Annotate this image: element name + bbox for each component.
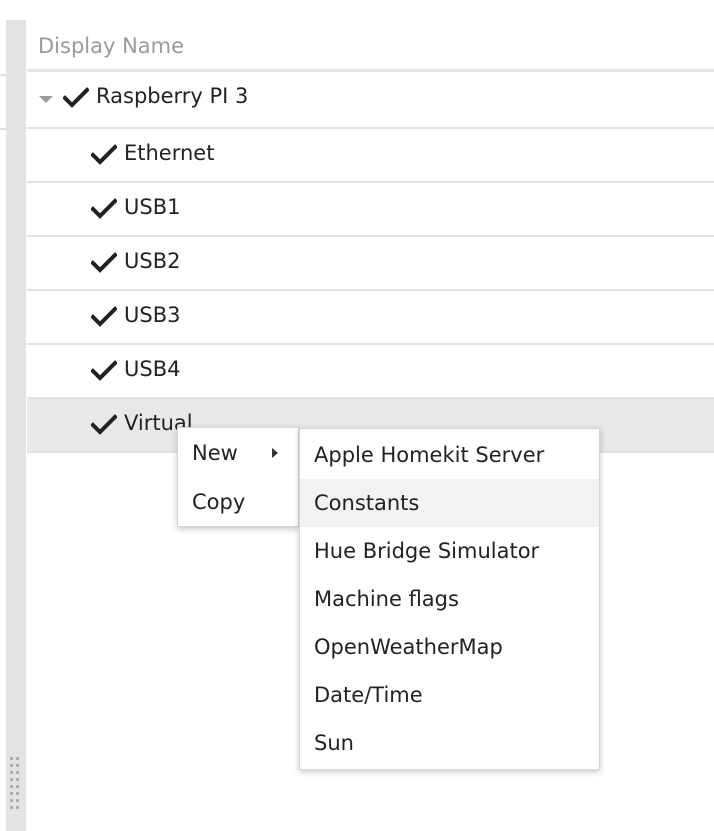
menu-item-new[interactable]: New [178,429,298,478]
resize-grip-icon[interactable] [10,757,22,817]
menu-item-label: Apple Homekit Server [314,443,545,467]
tree-row-label: USB2 [124,249,181,273]
menu-item-label: Sun [314,731,354,755]
column-header-display-name[interactable]: Display Name [27,20,714,72]
tree-row-label: USB3 [124,303,181,327]
checkmark-icon [91,414,117,435]
tree-row-usb2[interactable]: USB2 [27,237,714,291]
checkmark-icon [91,306,117,327]
submenu-item-constants[interactable]: Constants [300,479,599,527]
tree-row-ethernet[interactable]: Ethernet [27,129,714,183]
checkmark-icon [91,198,117,219]
context-menu: New Copy [177,427,299,527]
tree-row-label: USB4 [124,357,181,381]
tree-row-usb3[interactable]: USB3 [27,291,714,345]
checkmark-icon [63,87,89,108]
menu-item-label: OpenWeatherMap [314,635,503,659]
submenu-arrow-icon [272,448,278,458]
submenu-item-sun[interactable]: Sun [300,719,599,767]
menu-item-label: Date/Time [314,683,423,707]
tree-row-label: Raspberry PI 3 [96,84,249,108]
tree-row-raspberry-pi-3[interactable]: Raspberry PI 3 [27,72,714,129]
tree-row-usb1[interactable]: USB1 [27,183,714,237]
new-submenu: Apple Homekit Server Constants Hue Bridg… [299,428,600,770]
device-tree: Display Name Raspberry PI 3 Ethernet USB… [27,20,714,453]
menu-item-copy[interactable]: Copy [178,478,298,526]
tree-row-label: USB1 [124,195,181,219]
checkmark-icon [91,252,117,273]
tree-row-usb4[interactable]: USB4 [27,345,714,399]
menu-item-label: Machine flags [314,587,459,611]
splitter-bar[interactable] [6,20,26,831]
expand-caret-icon[interactable] [39,96,53,103]
checkmark-icon [91,144,117,165]
menu-item-label: Copy [192,490,246,514]
tree-row-label: Ethernet [124,141,215,165]
submenu-item-machine-flags[interactable]: Machine flags [300,575,599,623]
menu-item-label: Constants [314,491,420,515]
page: Display Name Raspberry PI 3 Ethernet USB… [0,0,714,831]
submenu-item-date-time[interactable]: Date/Time [300,671,599,719]
checkmark-icon [91,360,117,381]
left-gutter [0,0,27,831]
submenu-item-apple-homekit-server[interactable]: Apple Homekit Server [300,431,599,479]
menu-item-label: Hue Bridge Simulator [314,539,540,563]
column-header-label: Display Name [38,34,185,58]
submenu-item-hue-bridge-simulator[interactable]: Hue Bridge Simulator [300,527,599,575]
menu-item-label: New [192,441,238,465]
submenu-item-openweathermap[interactable]: OpenWeatherMap [300,623,599,671]
